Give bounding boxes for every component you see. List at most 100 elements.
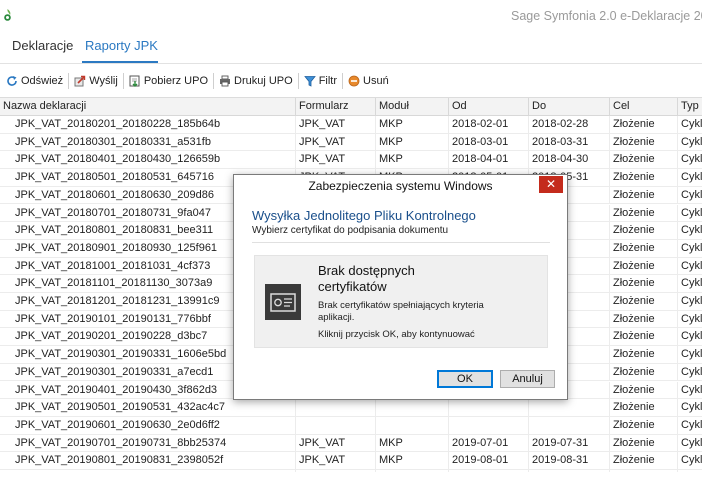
cell-purpose: Złożenie — [610, 381, 678, 399]
cell-purpose: Złożenie — [610, 363, 678, 381]
cell-module: MKP — [376, 434, 449, 452]
certificate-description: Brak certyfikatów spełniających kryteria… — [318, 300, 484, 323]
dialog-subheading: Wybierz certyfikat do podpisania dokumen… — [252, 225, 449, 236]
table-row[interactable]: JPK_VAT_20190901_20190930_abe702eJPK_VAT… — [0, 470, 702, 472]
cell-to: 2018-04-30 — [529, 151, 610, 169]
table-row[interactable]: JPK_VAT_20190501_20190531_432ac4c7 Złożen… — [0, 399, 702, 417]
cell-type: Cykli — [681, 241, 702, 254]
print-upo-button[interactable]: Drukuj UPO — [217, 71, 295, 91]
tab-deklaracje[interactable]: Deklaracje — [12, 38, 73, 53]
cell-type: Cykli — [681, 401, 702, 414]
cell-type: Cykli — [681, 312, 702, 325]
cell-type: Cykli — [681, 277, 702, 290]
column-header-type[interactable]: Typ — [678, 98, 702, 116]
cell-form — [296, 399, 376, 417]
cell-type: Cykli — [681, 383, 702, 396]
cell-type: Cykli — [681, 206, 702, 219]
delete-label: Usuń — [363, 75, 389, 87]
cell-name: JPK_VAT_20190901_20190930_abe702e — [0, 470, 296, 472]
toolbar: Odśwież Wyślij Pobierz UPO Drukuj UPO Fi… — [0, 68, 702, 94]
app-title: Sage Symfonia 2.0 e-Deklaracje 202 — [511, 9, 702, 23]
filter-button[interactable]: Filtr — [302, 71, 339, 91]
cell-module: MKP — [376, 452, 449, 470]
cell-purpose: Złożenie — [610, 328, 678, 346]
send-icon — [74, 75, 86, 87]
cell-from: 2018-04-01 — [449, 151, 529, 169]
cell-module: MKP — [376, 133, 449, 151]
get-upo-button[interactable]: Pobierz UPO — [127, 71, 210, 91]
table-row[interactable]: JPK_VAT_20180201_20180228_185b64b JPK_VAT… — [0, 116, 702, 134]
get-upo-label: Pobierz UPO — [143, 75, 209, 87]
cell-purpose: Złożenie — [610, 169, 678, 187]
cell-purpose: Złożenie — [610, 416, 678, 434]
cell-form: JPK_VAT — [296, 434, 376, 452]
app-logo-icon — [4, 9, 11, 21]
cell-to — [529, 399, 610, 417]
cell-from: 2019-07-01 — [449, 434, 529, 452]
cell-purpose: Złożenie — [610, 222, 678, 240]
refresh-button[interactable]: Odśwież — [4, 71, 65, 91]
cell-type: Cykli — [681, 330, 702, 343]
column-header-purpose[interactable]: Cel — [610, 98, 678, 116]
table-row[interactable]: JPK_VAT_20190601_20190630_2e0d6ff2 Złożen… — [0, 416, 702, 435]
cell-name: JPK_VAT_20190601_20190630_2e0d6ff2 — [0, 416, 296, 434]
table-row[interactable]: JPK_VAT_20180301_20180331_a531fb JPK_VAT M… — [0, 133, 702, 152]
cell-purpose: Złożenie — [610, 275, 678, 293]
cell-type: Cykli — [681, 365, 702, 378]
column-header-name[interactable]: Nazwa deklaracji — [0, 98, 296, 116]
toolbar-separator — [122, 73, 124, 89]
toolbar-separator — [297, 73, 299, 89]
table-row[interactable]: JPK_VAT_20190801_20190831_2398052f JPK_VA… — [0, 452, 702, 470]
print-upo-label: Drukuj UPO — [234, 75, 293, 87]
cell-to — [529, 416, 610, 434]
send-label: Wyślij — [89, 75, 118, 87]
cell-type: Cykli — [681, 454, 702, 467]
cell-module: MKP — [376, 151, 449, 169]
cell-purpose: Złożenie — [610, 293, 678, 310]
cell-purpose: Złożenie — [610, 116, 678, 133]
cell-type: Cykli — [681, 118, 702, 130]
cell-name: JPK_VAT_20190701_20190731_8bb25374 — [0, 434, 296, 452]
ok-button[interactable]: OK — [437, 370, 493, 388]
table-row[interactable]: JPK_VAT_20190701_20190731_8bb25374 JPK_VA… — [0, 434, 702, 453]
column-header-module[interactable]: Moduł — [376, 98, 449, 116]
cell-name: JPK_VAT_20180401_20180430_126659b — [0, 151, 296, 169]
cell-purpose: Złożenie — [610, 434, 678, 452]
windows-security-dialog: Zabezpieczenia systemu Windows ✕ Wysyłka… — [233, 174, 568, 400]
cell-type: Cykli — [681, 171, 702, 184]
printer-icon — [220, 75, 231, 87]
cell-purpose: Złożenie — [610, 346, 678, 364]
cell-to: 2018-03-31 — [529, 133, 610, 151]
cell-purpose: Złożenie — [610, 133, 678, 151]
delete-icon — [348, 75, 360, 87]
toolbar-separator — [342, 73, 344, 89]
send-button[interactable]: Wyślij — [72, 71, 120, 91]
cell-type: Cykli — [681, 224, 702, 237]
column-header-form[interactable]: Formularz — [296, 98, 376, 116]
table-row[interactable]: JPK_VAT_20180401_20180430_126659b JPK_VAT… — [0, 151, 702, 170]
cell-type: Cykli — [681, 436, 702, 449]
refresh-label: Odśwież — [21, 75, 64, 87]
column-header-to[interactable]: Do — [529, 98, 610, 116]
dialog-heading: Wysyłka Jednolitego Pliku Kontrolnego — [252, 208, 476, 223]
toolbar-separator — [213, 73, 215, 89]
certificate-title: Brak dostępnych certyfikatów — [318, 263, 415, 294]
cell-name: JPK_VAT_20190501_20190531_432ac4c7 — [0, 399, 296, 417]
tab-raporty-jpk[interactable]: Raporty JPK — [85, 38, 158, 53]
cell-purpose: Złożenie — [610, 452, 678, 470]
close-icon[interactable]: ✕ — [539, 176, 563, 193]
certificate-hint: Kliknij przycisk OK, aby kontynuować — [318, 329, 475, 340]
certificate-panel[interactable]: Brak dostępnych certyfikatów Brak certyf… — [254, 255, 548, 348]
dialog-title: Zabezpieczenia systemu Windows — [308, 179, 493, 193]
cell-type: Cykli — [678, 470, 702, 472]
cell-form: JPK_VAT — [296, 151, 376, 169]
cell-purpose: Złożenie — [610, 151, 678, 169]
cell-form — [296, 416, 376, 434]
cell-name: JPK_VAT_20190801_20190831_2398052f — [0, 452, 296, 470]
column-header-from[interactable]: Od — [449, 98, 529, 116]
cell-module: MKP — [376, 470, 449, 472]
cell-name: JPK_VAT_20180201_20180228_185b64b — [0, 116, 296, 133]
delete-button[interactable]: Usuń — [346, 71, 391, 91]
cancel-button[interactable]: Anuluj — [500, 370, 555, 388]
cell-form: JPK_VAT — [296, 116, 376, 133]
